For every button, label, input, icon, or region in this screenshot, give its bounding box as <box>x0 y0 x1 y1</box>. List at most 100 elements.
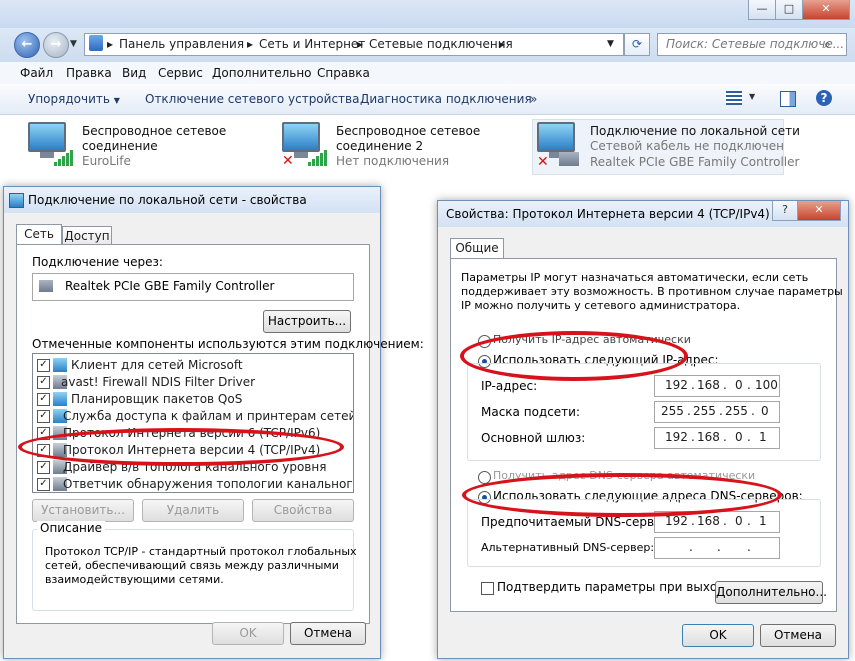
connect-using-label: Подключение через: <box>32 255 163 269</box>
address-dropdown-icon[interactable]: ▼ <box>607 39 614 49</box>
advanced-button[interactable]: Дополнительно... <box>715 581 827 604</box>
menu-advanced[interactable]: Дополнительно <box>212 66 312 80</box>
connection-wireless-1[interactable]: Беспроводное сетевое соединение EuroLife <box>26 120 266 172</box>
gateway-input[interactable]: 192. 168. 0. 1 <box>654 427 780 449</box>
adapter-name: Realtek PCIe GBE Family Controller <box>65 279 275 293</box>
highlight-ellipse <box>460 331 688 381</box>
list-item[interactable]: ✓ Планировщик пакетов QoS <box>37 391 349 408</box>
checkbox[interactable]: ✓ <box>37 461 50 474</box>
disconnected-x-icon: ✕ <box>537 154 549 170</box>
checkbox[interactable]: ✓ <box>37 478 50 491</box>
alternate-dns-input[interactable]: . . . <box>654 537 780 559</box>
subnet-mask-input[interactable]: 255. 255. 255. 0 <box>654 401 780 423</box>
diagnose-button[interactable]: Диагностика подключения <box>360 92 532 106</box>
alternate-dns-label: Альтернативный DNS-сервер: <box>481 541 655 554</box>
connection-lan[interactable]: ✕ Подключение по локальной сети Сетевой … <box>532 119 800 175</box>
preview-pane-icon[interactable] <box>780 91 796 107</box>
forward-button[interactable]: → <box>43 32 69 58</box>
breadcrumb-sep-icon: ▸ <box>357 37 364 51</box>
breadcrumb-network-internet[interactable]: Сеть и Интернет <box>259 37 365 51</box>
monitor-icon <box>537 122 575 158</box>
close-button[interactable]: ✕ <box>797 201 841 221</box>
description-line: взаимодействующими сетями. <box>45 573 224 586</box>
menu-edit[interactable]: Правка <box>66 66 112 80</box>
checkbox[interactable]: ✓ <box>37 376 50 389</box>
monitor-icon <box>28 122 66 158</box>
checkbox[interactable]: ✓ <box>37 393 50 406</box>
list-item[interactable]: ✓ Ответчик обнаружения топологии канально… <box>37 476 353 492</box>
search-icon[interactable]: ⌕ <box>824 37 831 52</box>
close-button[interactable]: ✕ <box>802 0 850 20</box>
search-input[interactable]: Поиск: Сетевые подключе... ⌕ <box>657 33 847 56</box>
tab-general[interactable]: Общие <box>450 238 504 260</box>
breadcrumb-control-panel[interactable]: Панель управления <box>119 37 244 51</box>
menu-tools[interactable]: Сервис <box>158 66 203 80</box>
components-label: Отмеченные компоненты используются этим … <box>32 337 424 351</box>
tab-sharing[interactable]: Доступ <box>62 226 112 246</box>
address-bar[interactable]: ▸ Панель управления ▸ Сеть и Интернет ▸ … <box>84 33 624 56</box>
disconnected-x-icon: ✕ <box>282 153 294 169</box>
disable-device-button[interactable]: Отключение сетевого устройства <box>145 92 359 106</box>
ipv4-properties-dialog: Свойства: Протокол Интернета версии 4 (T… <box>437 200 849 659</box>
command-bar: Упорядочить ▼ Отключение сетевого устрой… <box>0 84 855 115</box>
ok-button[interactable]: OK <box>212 622 284 645</box>
cancel-button[interactable]: Отмена <box>290 622 366 645</box>
connection-title-line2: соединение <box>82 139 158 153</box>
preferred-dns-label: Предпочитаемый DNS-сервер: <box>481 515 674 529</box>
checkbox[interactable]: ✓ <box>37 359 50 372</box>
view-options-icon[interactable] <box>726 91 742 105</box>
list-item[interactable]: ✓ Служба доступа к файлам и принтерам сет… <box>37 408 353 425</box>
tab-network[interactable]: Сеть <box>16 224 62 246</box>
minimize-button[interactable]: — <box>748 0 776 20</box>
network-adapter-icon <box>559 152 579 166</box>
adapter-field: Realtek PCIe GBE Family Controller <box>32 273 354 301</box>
validate-checkbox[interactable] <box>481 582 494 595</box>
lan-dialog-title: Подключение по локальной сети - свойства <box>28 193 307 207</box>
menu-file[interactable]: Файл <box>20 66 53 80</box>
network-adapter-icon <box>39 280 53 292</box>
list-item[interactable]: ✓ Клиент для сетей Microsoft <box>37 357 349 374</box>
cancel-button[interactable]: Отмена <box>760 624 836 647</box>
connection-title: Беспроводное сетевое <box>82 124 227 138</box>
search-placeholder: Поиск: Сетевые подключе... <box>666 37 845 51</box>
refresh-button[interactable]: ⟳ <box>624 33 650 56</box>
validate-label[interactable]: Подтвердить параметры при выходе <box>497 580 733 594</box>
checkbox[interactable]: ✓ <box>37 410 50 423</box>
breadcrumb-sep-icon: ▸ <box>107 37 114 51</box>
properties-button[interactable]: Свойства <box>252 499 354 522</box>
connection-status: Нет подключения <box>336 154 450 168</box>
components-list: ✓ Клиент для сетей Microsoft ✓ avast! Fire… <box>32 353 354 493</box>
connection-wireless-2[interactable]: ✕ Беспроводное сетевое соединение 2 Нет … <box>280 120 520 172</box>
more-commands-button[interactable]: » <box>530 92 537 106</box>
menu-help[interactable]: Справка <box>317 66 370 80</box>
remove-button[interactable]: Удалить <box>142 499 244 522</box>
highlight-ellipse <box>18 428 344 466</box>
help-icon[interactable]: ? <box>816 90 832 106</box>
connection-title: Беспроводное сетевое <box>336 124 481 138</box>
connection-status: EuroLife <box>82 154 131 168</box>
help-button[interactable]: ? <box>772 201 798 221</box>
connection-status: Сетевой кабель не подключен <box>590 139 784 153</box>
breadcrumb-network-connections[interactable]: Сетевые подключения <box>369 37 513 51</box>
history-dropdown-icon[interactable]: ▼ <box>70 39 77 49</box>
highlight-ellipse <box>462 473 782 517</box>
network-icon <box>9 193 24 208</box>
configure-button[interactable]: Настроить... <box>263 310 351 333</box>
monitor-icon <box>282 122 320 158</box>
install-button[interactable]: Установить... <box>32 499 134 522</box>
organize-button[interactable]: Упорядочить ▼ <box>28 92 120 106</box>
ip-address-input[interactable]: 192. 168. 0. 100 <box>654 375 780 397</box>
view-dropdown-icon[interactable]: ▼ <box>749 92 755 101</box>
control-panel-icon <box>89 35 103 51</box>
back-button[interactable]: ← <box>14 32 40 58</box>
ok-button[interactable]: OK <box>682 624 754 647</box>
menu-view[interactable]: Вид <box>122 66 146 80</box>
description-line: сетей, обеспечивающий связь между различ… <box>45 559 339 572</box>
service-icon <box>53 392 67 406</box>
connection-title: Подключение по локальной сети <box>590 124 800 138</box>
maximize-button[interactable]: □ <box>775 0 803 20</box>
list-item[interactable]: ✓ avast! Firewall NDIS Filter Driver <box>37 374 349 391</box>
signal-bars-icon <box>308 150 328 166</box>
explorer-titlebar: — □ ✕ <box>0 0 855 28</box>
info-text: IP можно получить у сетевого администрат… <box>461 299 741 312</box>
